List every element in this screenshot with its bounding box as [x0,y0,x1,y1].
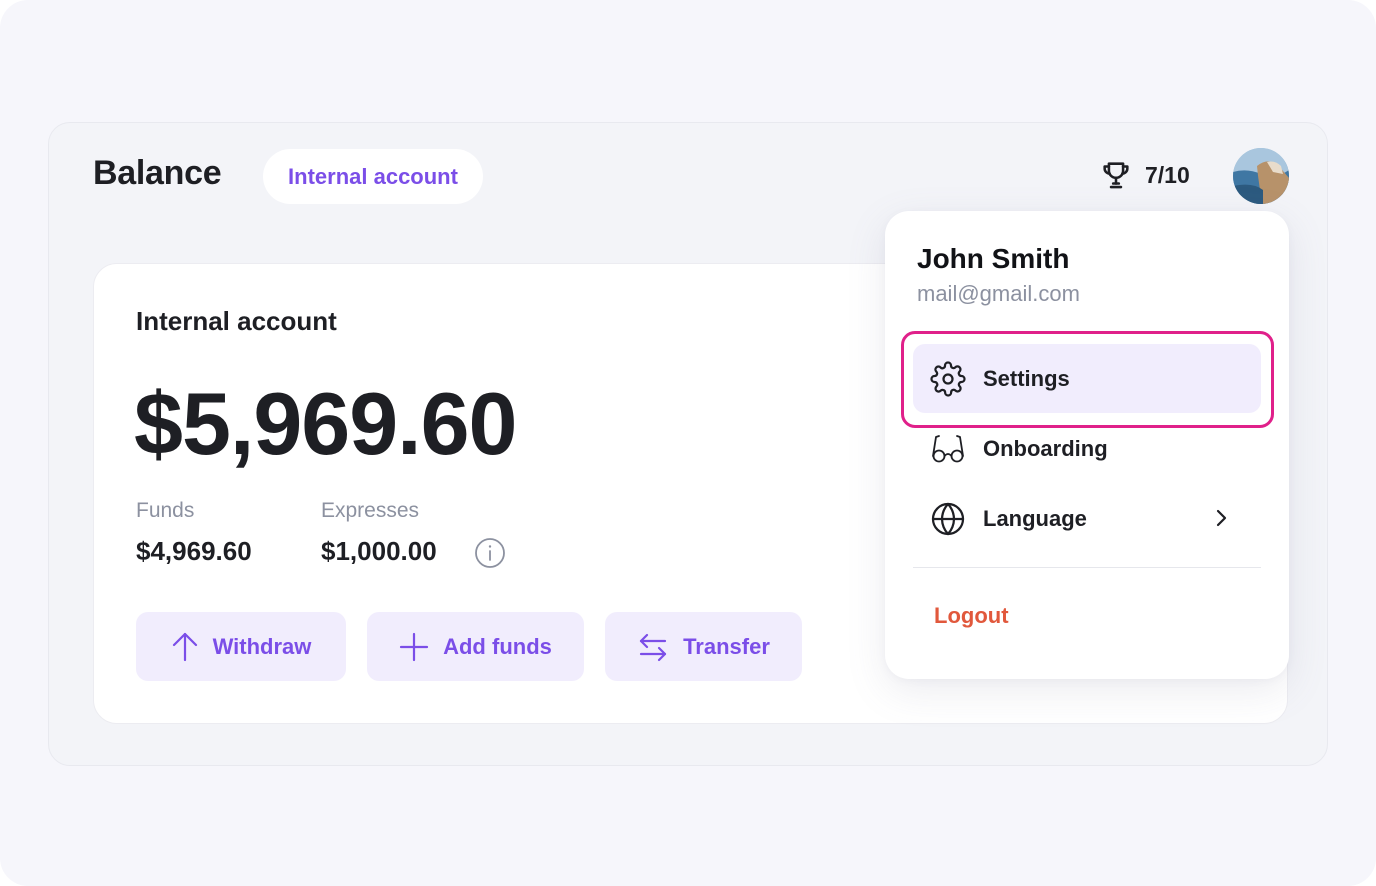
settings-label: Settings [983,365,1070,391]
logout-button[interactable]: Logout [934,603,1009,629]
score-indicator[interactable]: 7/10 [1099,157,1190,193]
user-email: mail@gmail.com [917,281,1080,306]
plus-icon [399,632,429,662]
funds-label: Funds [136,499,195,522]
score-value: 7/10 [1145,161,1190,188]
page-title: Balance [93,154,222,192]
card-title: Internal account [136,306,337,336]
avatar-photo [1233,148,1289,204]
withdraw-label: Withdraw [212,633,312,659]
info-icon[interactable] [474,537,506,569]
chevron-right-icon [1209,506,1233,530]
avatar[interactable] [1233,148,1289,204]
menu-item-language[interactable]: Language [913,484,1261,553]
trophy-icon [1099,158,1133,192]
add-funds-label: Add funds [443,633,552,659]
gear-icon [930,360,966,397]
withdraw-button[interactable]: Withdraw [136,612,346,681]
transfer-button[interactable]: Transfer [605,612,802,681]
arrow-up-icon [171,631,199,663]
add-funds-button[interactable]: Add funds [367,612,584,681]
menu-item-settings[interactable]: Settings [913,344,1261,413]
glasses-icon [930,431,966,467]
transfer-arrows-icon [637,631,669,663]
balance-amount: $5,969.60 [134,374,517,473]
expenses-label: Expresses [321,499,420,522]
globe-icon [930,501,966,537]
menu-divider [913,567,1261,568]
account-type-pill[interactable]: Internal account [263,149,483,204]
transfer-label: Transfer [683,633,770,659]
language-label: Language [983,505,1087,531]
user-name: John Smith [917,243,1070,274]
menu-item-onboarding[interactable]: Onboarding [913,414,1261,483]
expenses-value: $1,000.00 [321,536,437,566]
onboarding-label: Onboarding [983,435,1108,461]
funds-value: $4,969.60 [136,536,252,566]
